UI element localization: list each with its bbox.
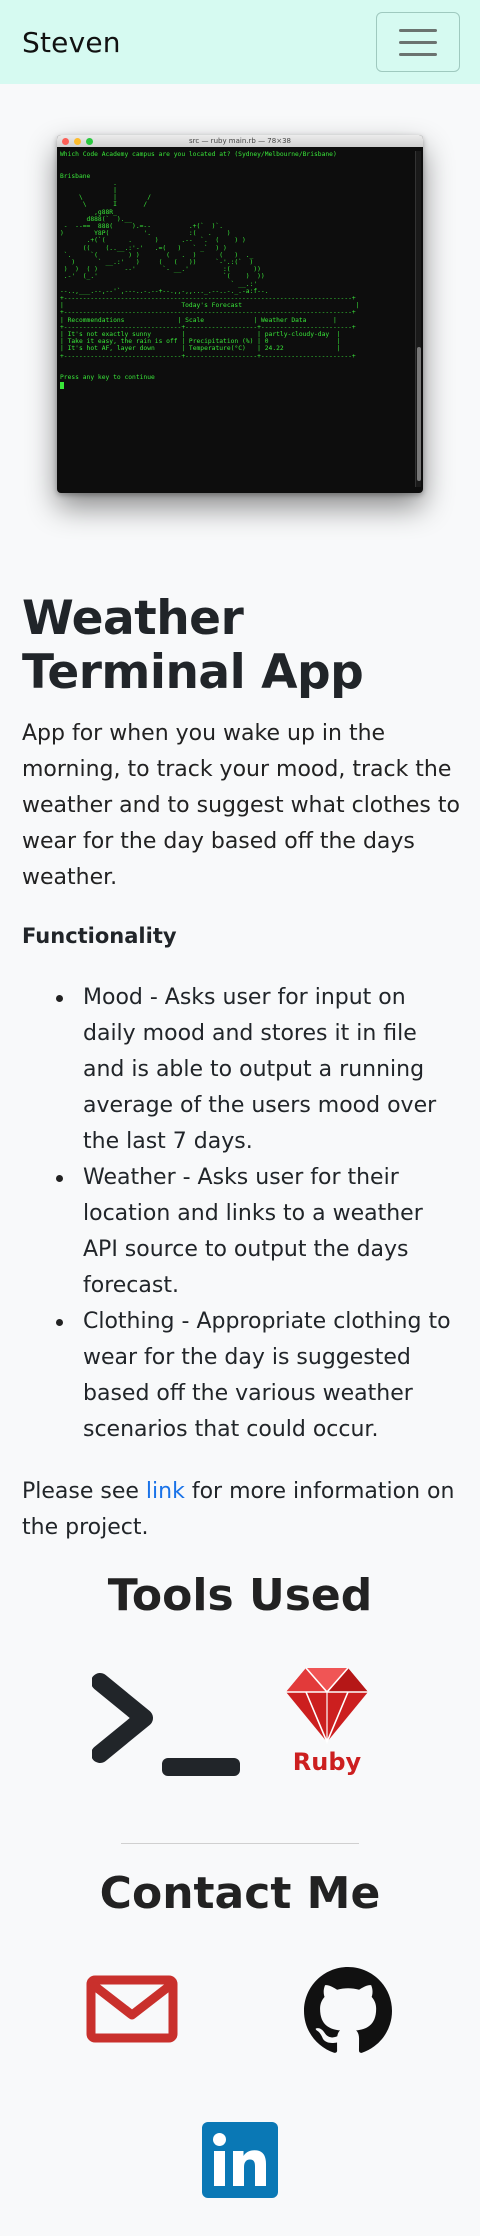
list-item: Mood - Asks user for input on daily mood… [56, 980, 462, 1160]
forecast-table: +---------------------------------------… [60, 295, 360, 360]
table-header-scale: Scale [185, 316, 205, 324]
terminal-output: Which Code Academy campus are you locate… [57, 147, 423, 389]
terminal-title: src — ruby main.rb — 78×38 [189, 137, 291, 145]
brand-name[interactable]: Steven [22, 26, 121, 59]
project-link[interactable]: link [146, 1479, 185, 1504]
linkedin-icon[interactable] [202, 2122, 278, 2198]
hamburger-bar [399, 52, 437, 56]
terminal-screenshot: src — ruby main.rb — 78×38 Which Code Ac… [57, 135, 423, 493]
list-item: Clothing - Appropriate clothing to wear … [56, 1304, 462, 1448]
table-cell: partly-cloudy-day [264, 331, 330, 339]
section-divider [121, 1843, 359, 1844]
table-header-weather-data: Weather Data [260, 316, 307, 324]
hamburger-bar [399, 28, 437, 32]
terminal-scrollbar [415, 151, 421, 487]
table-header-recommendations: Recommendations [67, 316, 125, 324]
scrollbar-thumb [417, 347, 421, 481]
feature-list: Mood - Asks user for input on daily mood… [56, 980, 462, 1448]
terminal-titlebar: src — ruby main.rb — 78×38 [57, 135, 423, 147]
table-cell: Temperature(°C) [188, 345, 246, 353]
ruby-logo: Ruby [286, 1667, 368, 1776]
mail-icon[interactable] [86, 1975, 178, 2043]
table-cell: 24.22 [264, 345, 284, 353]
page-title: Weather Terminal App [22, 591, 364, 700]
terminal-prompt: Press any key to continue [60, 374, 155, 382]
github-icon[interactable] [304, 1967, 392, 2055]
terminal-question: Which Code Academy campus are you locate… [60, 151, 337, 158]
more-info-prefix: Please see [22, 1479, 146, 1504]
terminal-answer: Brisbane [60, 172, 91, 180]
project-description: App for when you wake up in the morning,… [22, 721, 460, 890]
terminal-icon [92, 1673, 240, 1776]
hamburger-bar [399, 40, 437, 44]
ruby-label: Ruby [293, 1748, 362, 1776]
weather-ascii-art: . | \ | / \ I / ,g88R_ d888(` ).__ - --=… [60, 179, 269, 295]
functionality-heading: Functionality [22, 924, 177, 948]
hamburger-menu-button[interactable] [376, 12, 460, 72]
navbar: Steven [0, 0, 480, 84]
tools-title: Tools Used [107, 1570, 373, 1621]
table-cell: It's hot AF, layer down [67, 345, 155, 353]
more-info-text: Please see link for more information on … [22, 1474, 462, 1546]
list-item: Weather - Asks user for their location a… [56, 1160, 462, 1304]
terminal-cursor [60, 381, 64, 389]
table-cell: It's not exactly sunny [67, 331, 151, 339]
forecast-title: Today's Forecast [181, 302, 242, 310]
contact-title: Contact Me [99, 1868, 381, 1919]
